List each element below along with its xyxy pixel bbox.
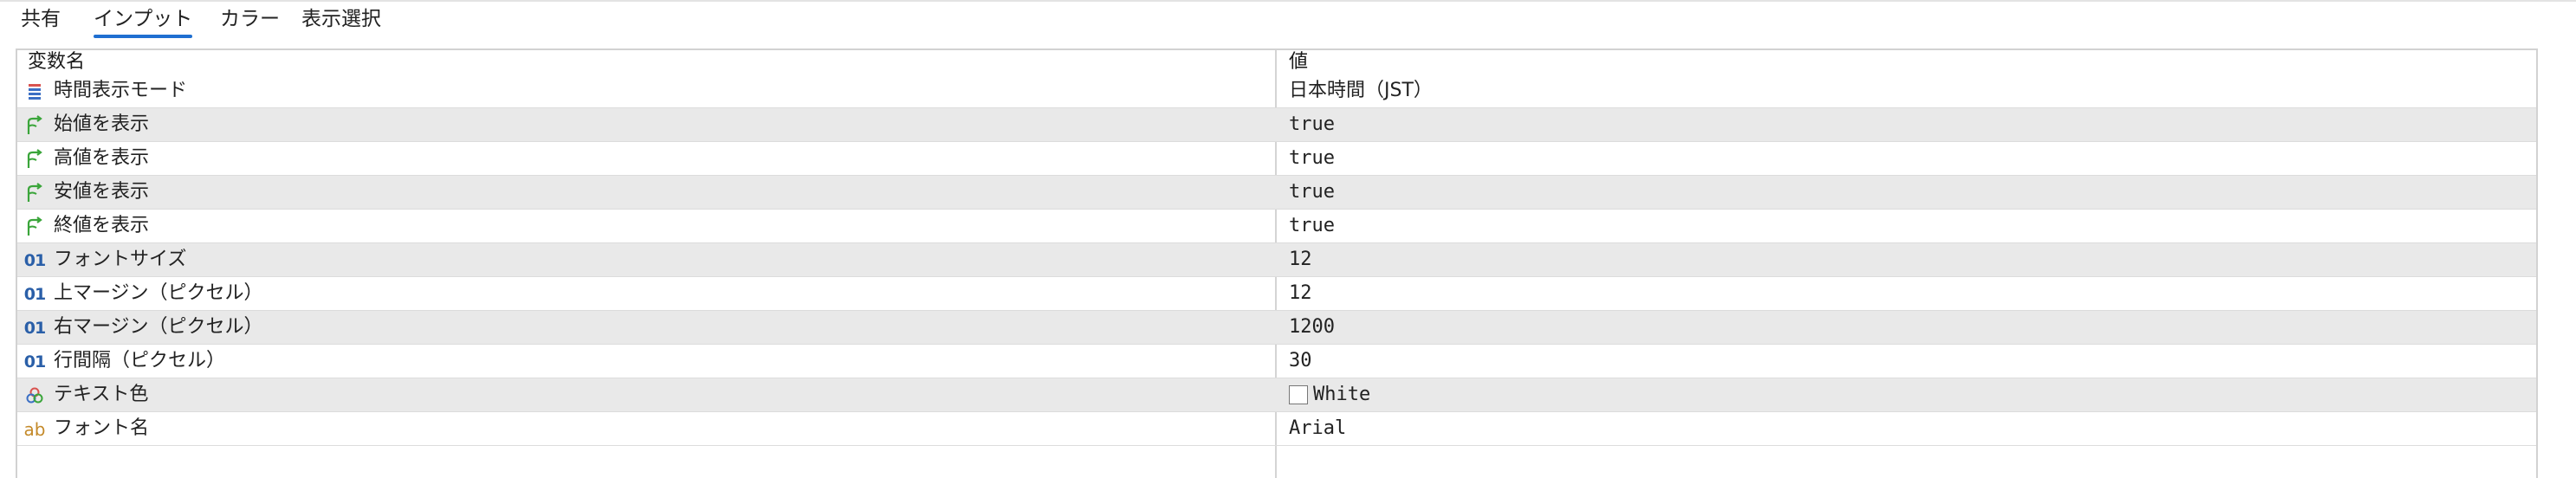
color-circles-icon [24, 385, 45, 406]
param-value[interactable]: 12 [1289, 277, 1312, 310]
param-value[interactable]: 1200 [1289, 311, 1335, 344]
tab-colors[interactable]: カラー [220, 3, 280, 38]
param-name: 安値を表示 [54, 181, 150, 203]
color-value[interactable]: White [1289, 378, 1370, 411]
param-value[interactable]: true [1289, 108, 1335, 141]
param-name: 始値を表示 [54, 113, 150, 135]
int-01-icon: 01 [23, 285, 46, 304]
param-value[interactable]: 12 [1289, 243, 1312, 276]
table-row[interactable]: 01 右マージン（ピクセル） 1200 [17, 311, 2536, 345]
tab-visibility[interactable]: 表示選択 [301, 3, 381, 38]
param-name: テキスト色 [54, 384, 149, 405]
table-row[interactable]: 時間表示モード 日本時間（JST） [17, 74, 2536, 108]
bool-branch-icon [24, 216, 45, 237]
param-name: 時間表示モード [54, 80, 188, 101]
param-value[interactable]: true [1289, 210, 1335, 242]
bool-branch-icon [24, 115, 45, 136]
input-parameters-table: 変数名 値 時間表示モード 日本時間（JST） 始値を表示 true 高値を表示… [16, 48, 2538, 478]
table-row[interactable]: 終値を表示 true [17, 210, 2536, 243]
int-01-icon: 01 [23, 319, 46, 338]
param-value[interactable]: Arial [1289, 412, 1346, 445]
tab-bar: 共有 インプット カラー 表示選択 [0, 0, 2576, 45]
header-variable-name[interactable]: 変数名 [28, 50, 85, 74]
table-row[interactable]: 安値を表示 true [17, 176, 2536, 210]
table-row[interactable]: 01 フォントサイズ 12 [17, 243, 2536, 277]
param-name: 上マージン（ピクセル） [54, 282, 263, 304]
table-row[interactable]: テキスト色 White [17, 378, 2536, 412]
tab-shared[interactable]: 共有 [21, 3, 61, 38]
table-row[interactable]: 01 行間隔（ピクセル） 30 [17, 345, 2536, 378]
int-01-icon: 01 [23, 352, 46, 371]
param-name: 右マージン（ピクセル） [54, 316, 263, 338]
int-01-icon: 01 [23, 251, 46, 270]
param-value[interactable]: true [1289, 176, 1335, 209]
param-value[interactable]: true [1289, 142, 1335, 175]
table-row[interactable]: 高値を表示 true [17, 142, 2536, 176]
param-name: 終値を表示 [54, 215, 150, 236]
param-name: フォント名 [54, 417, 150, 439]
param-name: 行間隔（ピクセル） [54, 350, 226, 371]
bool-branch-icon [24, 183, 45, 203]
table-row[interactable]: 始値を表示 true [17, 108, 2536, 142]
enum-list-icon [24, 81, 45, 102]
header-value[interactable]: 値 [1289, 50, 1308, 74]
param-name: 高値を表示 [54, 147, 150, 169]
color-name: White [1313, 384, 1371, 405]
param-value[interactable]: 日本時間（JST） [1289, 74, 1433, 107]
param-value[interactable]: 30 [1289, 345, 1312, 378]
table-header: 変数名 値 [17, 50, 2536, 74]
tab-inputs[interactable]: インプット [94, 3, 193, 38]
color-swatch[interactable] [1289, 385, 1308, 404]
string-ab-icon: ab [23, 419, 46, 440]
table-row[interactable]: 01 上マージン（ピクセル） 12 [17, 277, 2536, 311]
param-name: フォントサイズ [54, 249, 187, 270]
bool-branch-icon [24, 149, 45, 170]
table-row[interactable]: ab フォント名 Arial [17, 412, 2536, 446]
